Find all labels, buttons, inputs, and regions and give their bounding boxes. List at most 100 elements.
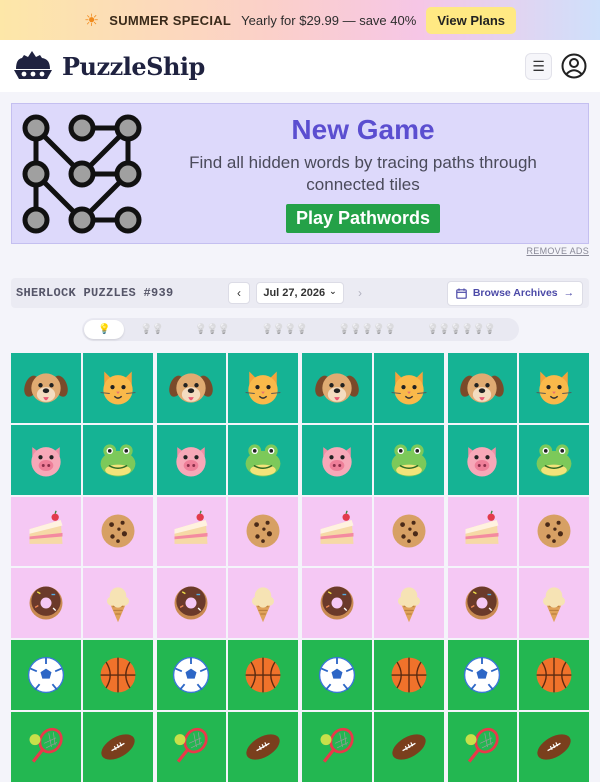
tile-cake[interactable] [156,496,227,567]
tile-football[interactable] [228,711,298,782]
tile-frog[interactable] [519,424,589,495]
sun-icon: ☀ [83,10,100,30]
path-grid-graphic [22,114,142,233]
tile-tennis[interactable] [11,711,81,782]
tile-ice-cream[interactable] [228,568,298,638]
tile-football[interactable] [519,711,589,782]
frog-icon [245,444,281,477]
cake-icon [174,510,208,545]
date-value: Jul 27, 2026 [263,287,326,299]
difficulty-option[interactable]: 💡 [84,320,124,339]
view-plans-button[interactable]: View Plans [426,6,516,34]
tile-cat[interactable] [519,353,589,423]
tile-cookie[interactable] [519,496,589,567]
difficulty-option[interactable]: 💡 💡 💡 💡 💡 [323,320,411,339]
hamburger-menu-button[interactable]: ☰ [525,52,552,80]
tile-tennis[interactable] [156,711,227,782]
ship-logo-icon [14,51,52,79]
tile-basketball[interactable] [373,640,444,710]
tile-cat[interactable] [373,353,444,423]
difficulty-option[interactable]: 💡 💡 💡 💡 [245,320,323,339]
tile-dog[interactable] [156,353,227,423]
tile-basketball[interactable] [228,640,298,710]
tile-pig[interactable] [156,424,227,495]
tile-soccer-ball[interactable] [302,640,372,710]
tile-soccer-ball[interactable] [156,640,227,710]
donut-icon [29,586,63,620]
tile-tennis[interactable] [447,711,518,782]
date-select[interactable]: Jul 27, 2026 ⌄ [256,282,344,304]
lightbulb-icon: 💡 [272,324,285,335]
tile-cookie[interactable] [82,496,153,567]
tile-pig[interactable] [447,424,518,495]
chevron-left-icon: ‹ [237,286,241,300]
difficulty-option[interactable]: 💡 💡 💡 💡 💡 💡 [411,320,511,339]
tile-donut[interactable] [302,568,372,638]
puzzle-grid [11,353,153,782]
ad-banner[interactable]: New Game Find all hidden words by tracin… [11,103,589,244]
tile-frog[interactable] [373,424,444,495]
puzzle-toolbar: SHERLOCK PUZZLES #939 ‹ Jul 27, 2026 ⌄ ›… [11,278,589,308]
tile-donut[interactable] [11,568,81,638]
tile-soccer-ball[interactable] [11,640,81,710]
tile-pig[interactable] [11,424,81,495]
lightbulb-icon: 💡 [217,324,230,335]
tile-cat[interactable] [82,353,153,423]
tile-cake[interactable] [11,496,81,567]
tile-donut[interactable] [447,568,518,638]
soccer-ball-icon [464,656,501,693]
dog-icon [315,373,359,403]
lightbulb-icon: 💡 [206,324,218,335]
calendar-icon [456,288,467,299]
tile-dog[interactable] [302,353,372,423]
play-pathwords-button[interactable]: Play Pathwords [285,204,441,233]
tile-basketball[interactable] [82,640,153,710]
previous-puzzle-button[interactable]: ‹ [228,282,250,304]
ad-description: Find all hidden words by tracing paths t… [189,153,537,194]
account-button[interactable] [560,52,588,80]
next-puzzle-button[interactable]: › [349,282,371,304]
football-icon [100,733,135,760]
tile-ice-cream[interactable] [519,568,589,638]
lightbulb-icon: 💡 [338,324,350,335]
tile-cake[interactable] [447,496,518,567]
tile-football[interactable] [82,711,153,782]
puzzle-grid [302,353,444,782]
promo-headline: SUMMER SPECIAL [109,12,232,28]
tile-cookie[interactable] [373,496,444,567]
cake-icon [29,510,63,545]
lightbulb-icon: 💡 [194,324,207,335]
tile-soccer-ball[interactable] [447,640,518,710]
tile-pig[interactable] [302,424,372,495]
tile-cat[interactable] [228,353,298,423]
tile-donut[interactable] [156,568,227,638]
tile-frog[interactable] [228,424,298,495]
ice-cream-icon [252,587,275,623]
remove-ads-link[interactable]: REMOVE ADS [526,246,589,256]
lightbulb-icon: 💡 [384,324,396,335]
difficulty-option[interactable]: 💡 💡 💡 [179,320,245,339]
lightbulb-icon: 💡 [472,324,484,335]
promo-banner: ☀ SUMMER SPECIAL Yearly for $29.99 — sav… [0,0,600,40]
promo-offer: Yearly for $29.99 — save 40% [241,12,417,28]
difficulty-option[interactable]: 💡 💡 [124,320,179,339]
tile-ice-cream[interactable] [82,568,153,638]
tile-frog[interactable] [82,424,153,495]
lightbulb-icon: 💡 [426,324,439,335]
ice-cream-icon [397,587,420,623]
logo[interactable]: PuzzleShip [12,49,205,83]
tile-cake[interactable] [302,496,372,567]
tile-dog[interactable] [11,353,81,423]
tile-tennis[interactable] [302,711,372,782]
football-icon [246,733,280,760]
tile-basketball[interactable] [519,640,589,710]
soccer-ball-icon [27,656,64,693]
tile-dog[interactable] [447,353,518,423]
tile-ice-cream[interactable] [373,568,444,638]
tile-cookie[interactable] [228,496,298,567]
basketball-icon [536,657,572,693]
tile-football[interactable] [373,711,444,782]
football-icon [537,733,571,760]
browse-archives-button[interactable]: Browse Archives → [447,280,583,306]
soccer-ball-icon [173,656,210,693]
